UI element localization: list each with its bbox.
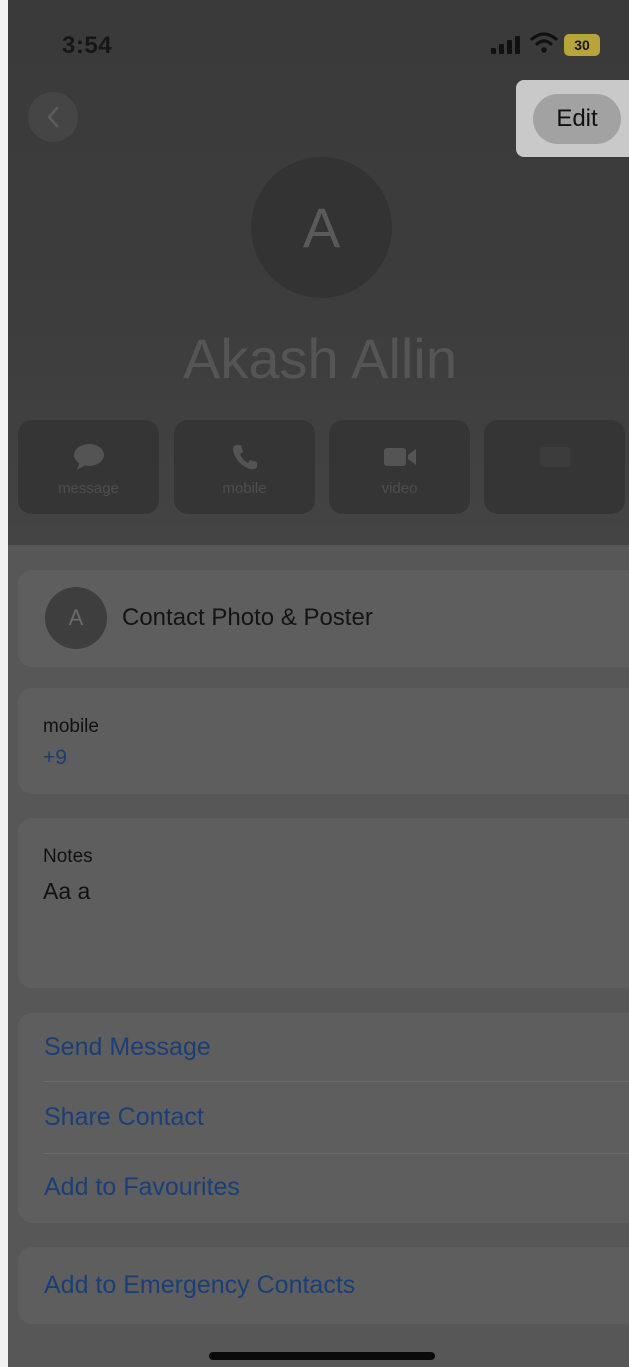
- contact-photo-poster-label: Contact Photo & Poster: [122, 604, 373, 631]
- mobile-action-label: mobile: [222, 480, 267, 497]
- contact-name: Akash Allin: [183, 327, 457, 390]
- share-contact-label: Share Contact: [44, 1103, 204, 1131]
- battery-indicator: 30: [564, 34, 600, 56]
- chevron-left-icon: [47, 106, 59, 128]
- video-action-label: video: [381, 480, 418, 497]
- mail-action-button[interactable]: [484, 420, 625, 514]
- contact-header: 3:54 30 Edit A Akash Allin message mobil…: [0, 0, 629, 545]
- notes-label: Notes: [43, 846, 93, 867]
- mobile-number-card[interactable]: mobile +9: [18, 688, 629, 794]
- quick-actions: message mobile video: [18, 420, 629, 514]
- mobile-action-button[interactable]: mobile: [174, 420, 315, 514]
- edit-button[interactable]: Edit: [533, 94, 621, 144]
- back-button[interactable]: [28, 92, 78, 142]
- share-contact-link[interactable]: Share Contact: [18, 1083, 629, 1153]
- message-action-button[interactable]: message: [18, 420, 159, 514]
- screen-edge: [0, 0, 8, 1367]
- home-indicator[interactable]: [209, 1352, 435, 1360]
- mobile-label: mobile: [43, 716, 99, 737]
- phone-icon: [232, 445, 257, 470]
- add-to-emergency-contacts-label: Add to Emergency Contacts: [44, 1271, 356, 1299]
- send-message-label: Send Message: [44, 1033, 211, 1061]
- contact-photo-poster-row[interactable]: A Contact Photo & Poster: [18, 570, 629, 667]
- add-to-favourites-link[interactable]: Add to Favourites: [18, 1153, 629, 1223]
- add-to-favourites-label: Add to Favourites: [44, 1173, 240, 1201]
- send-message-link[interactable]: Send Message: [18, 1013, 629, 1083]
- contact-avatar: A: [251, 157, 392, 298]
- divider: [44, 1081, 629, 1082]
- contact-detail-screen: 3:54 30 Edit A Akash Allin message mobil…: [0, 0, 629, 1367]
- video-action-button[interactable]: video: [329, 420, 470, 514]
- video-camera-icon: [383, 448, 416, 466]
- mail-icon: [539, 447, 570, 467]
- message-action-label: message: [58, 480, 119, 497]
- cellular-signal-icon: [491, 36, 525, 54]
- status-bar: 3:54 30: [0, 0, 629, 80]
- contact-actions-list: Send Message Share Contact Add to Favour…: [18, 1013, 629, 1223]
- emergency-contacts-card: Add to Emergency Contacts: [18, 1247, 629, 1324]
- mobile-number[interactable]: +9: [43, 746, 67, 770]
- contact-photo-avatar: A: [45, 587, 107, 649]
- status-time: 3:54: [62, 32, 113, 59]
- message-bubble-icon: [73, 444, 104, 470]
- wifi-icon: [530, 32, 558, 53]
- notes-card: Notes Aa a: [18, 818, 629, 988]
- add-to-emergency-contacts-link[interactable]: Add to Emergency Contacts: [18, 1251, 629, 1321]
- notes-value: Aa a: [43, 878, 91, 904]
